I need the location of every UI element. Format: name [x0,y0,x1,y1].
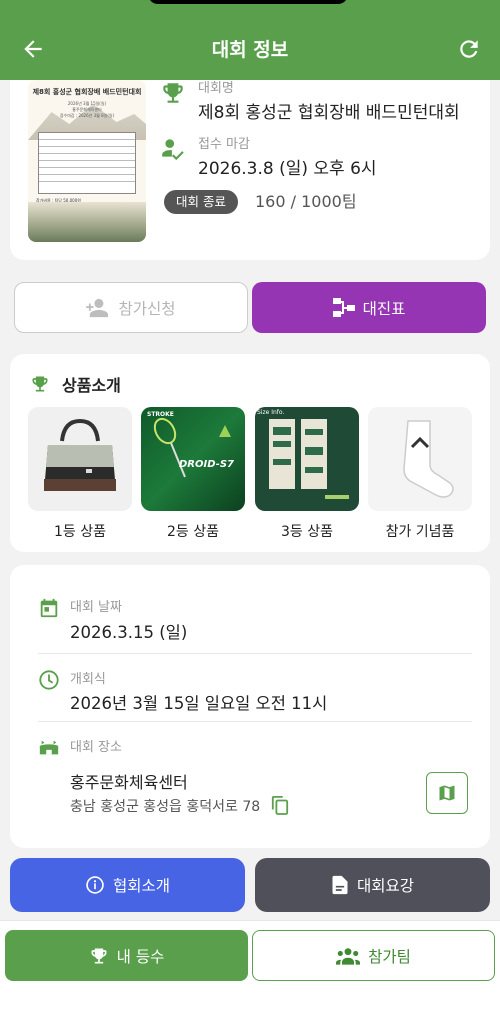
map-button[interactable] [426,772,468,814]
stadium-icon [39,740,59,755]
person-add-icon [86,298,109,317]
prize-item[interactable]: 1등 상품 [28,407,132,541]
tournament-poster[interactable]: 제8회 홍성군 협회장배 배드민턴대회 2026년 3월 15일(일) 홍주문화… [28,80,146,242]
racket-model: DROID-S7 [179,459,235,470]
guide-button[interactable]: 대회요강 [255,858,490,912]
my-rank-button[interactable]: 내 등수 [5,930,248,981]
copy-icon[interactable] [271,795,289,815]
teams-button-label: 참가팀 [368,947,411,966]
map-icon [439,785,455,801]
prize-label: 참가 기념품 [385,524,455,540]
association-button-label: 협회소개 [112,877,171,895]
bracket-button-label: 대진표 [362,299,406,318]
venue-label: 대회 장소 [70,740,122,755]
refresh-icon[interactable] [456,36,482,62]
trophy-icon [91,948,107,963]
document-icon [332,875,348,895]
trophy-icon [163,83,183,103]
white-socks-image [368,407,472,511]
poster-landscape-art [28,202,146,242]
page-title: 대회 정보 [211,39,289,61]
clock-icon [39,670,59,690]
prize-item[interactable]: Size Info. 3등 상품 [255,407,359,541]
prize-label: 2등 상품 [167,524,219,540]
group-icon [336,947,361,965]
person-check-icon [162,139,184,161]
prize-card: 상품소개 1등 상품 STROKE DROID-S7 2등 상품 Size In… [10,354,490,552]
team-count: 160 / 1000팀 [255,192,357,211]
venue-address: 충남 홍성군 홍성읍 홍덕서로 78 [70,795,289,816]
guide-button-label: 대회요강 [356,877,415,895]
badminton-racket-image: STROKE DROID-S7 [141,407,245,511]
bracket-button[interactable]: 대진표 [252,282,486,333]
status-badge: 대회 종료 [164,190,238,214]
ceremony-label: 개회식 [70,672,106,687]
deadline-label: 접수 마감 [198,137,250,152]
teams-button[interactable]: 참가팀 [252,930,495,981]
prize-label: 1등 상품 [54,524,106,540]
prize-item[interactable]: STROKE DROID-S7 2등 상품 [141,407,245,541]
calendar-icon [40,598,58,618]
date-label: 대회 날짜 [70,600,122,615]
info-icon [86,876,104,894]
poster-line: 접수마감 : 2026년 3월 8일(일) [59,113,115,118]
ceremony-value: 2026년 3월 15일 일요일 오전 11시 [70,694,328,713]
prize-header: 상품소개 [30,372,121,396]
poster-title: 제8회 홍성군 협회장배 배드민턴대회 [32,88,142,96]
prize-item[interactable]: 참가 기념품 [368,407,472,541]
poster-subtitle: 2026년 3월 15일(일) 홍주문화체육센터 접수마감 : 2026년 3월… [28,101,146,119]
deadline-value: 2026.3.8 (일) 오후 6시 [198,159,377,179]
date-value: 2026.3.15 (일) [70,623,188,642]
prize-title: 상품소개 [62,376,121,395]
prize-label: 3등 상품 [281,524,333,540]
tournament-name: 제8회 홍성군 협회장배 배드민턴대회 [198,103,460,123]
duffel-bag-image [28,407,132,511]
device-notch [148,0,348,4]
divider [38,721,472,722]
tournament-info-card: 제8회 홍성군 협회장배 배드민턴대회 2026년 3월 15일(일) 홍주문화… [10,60,490,260]
app-bar: 대회 정보 [0,0,500,80]
apply-button-label: 참가신청 [118,299,176,318]
address-text: 충남 홍성군 홍성읍 홍덕서로 78 [70,799,261,815]
bracket-icon [332,297,355,317]
trophy-icon [32,376,48,392]
sports-towel-image: Size Info. [255,407,359,511]
divider [38,653,472,654]
poster-schedule-table [38,132,136,194]
my-rank-button-label: 내 등수 [116,947,165,966]
association-button[interactable]: 협회소개 [10,858,245,912]
tournament-details-card: 대회 날짜 2026.3.15 (일) 개회식 2026년 3월 15일 일요일… [10,565,490,848]
apply-button[interactable]: 참가신청 [14,282,248,333]
